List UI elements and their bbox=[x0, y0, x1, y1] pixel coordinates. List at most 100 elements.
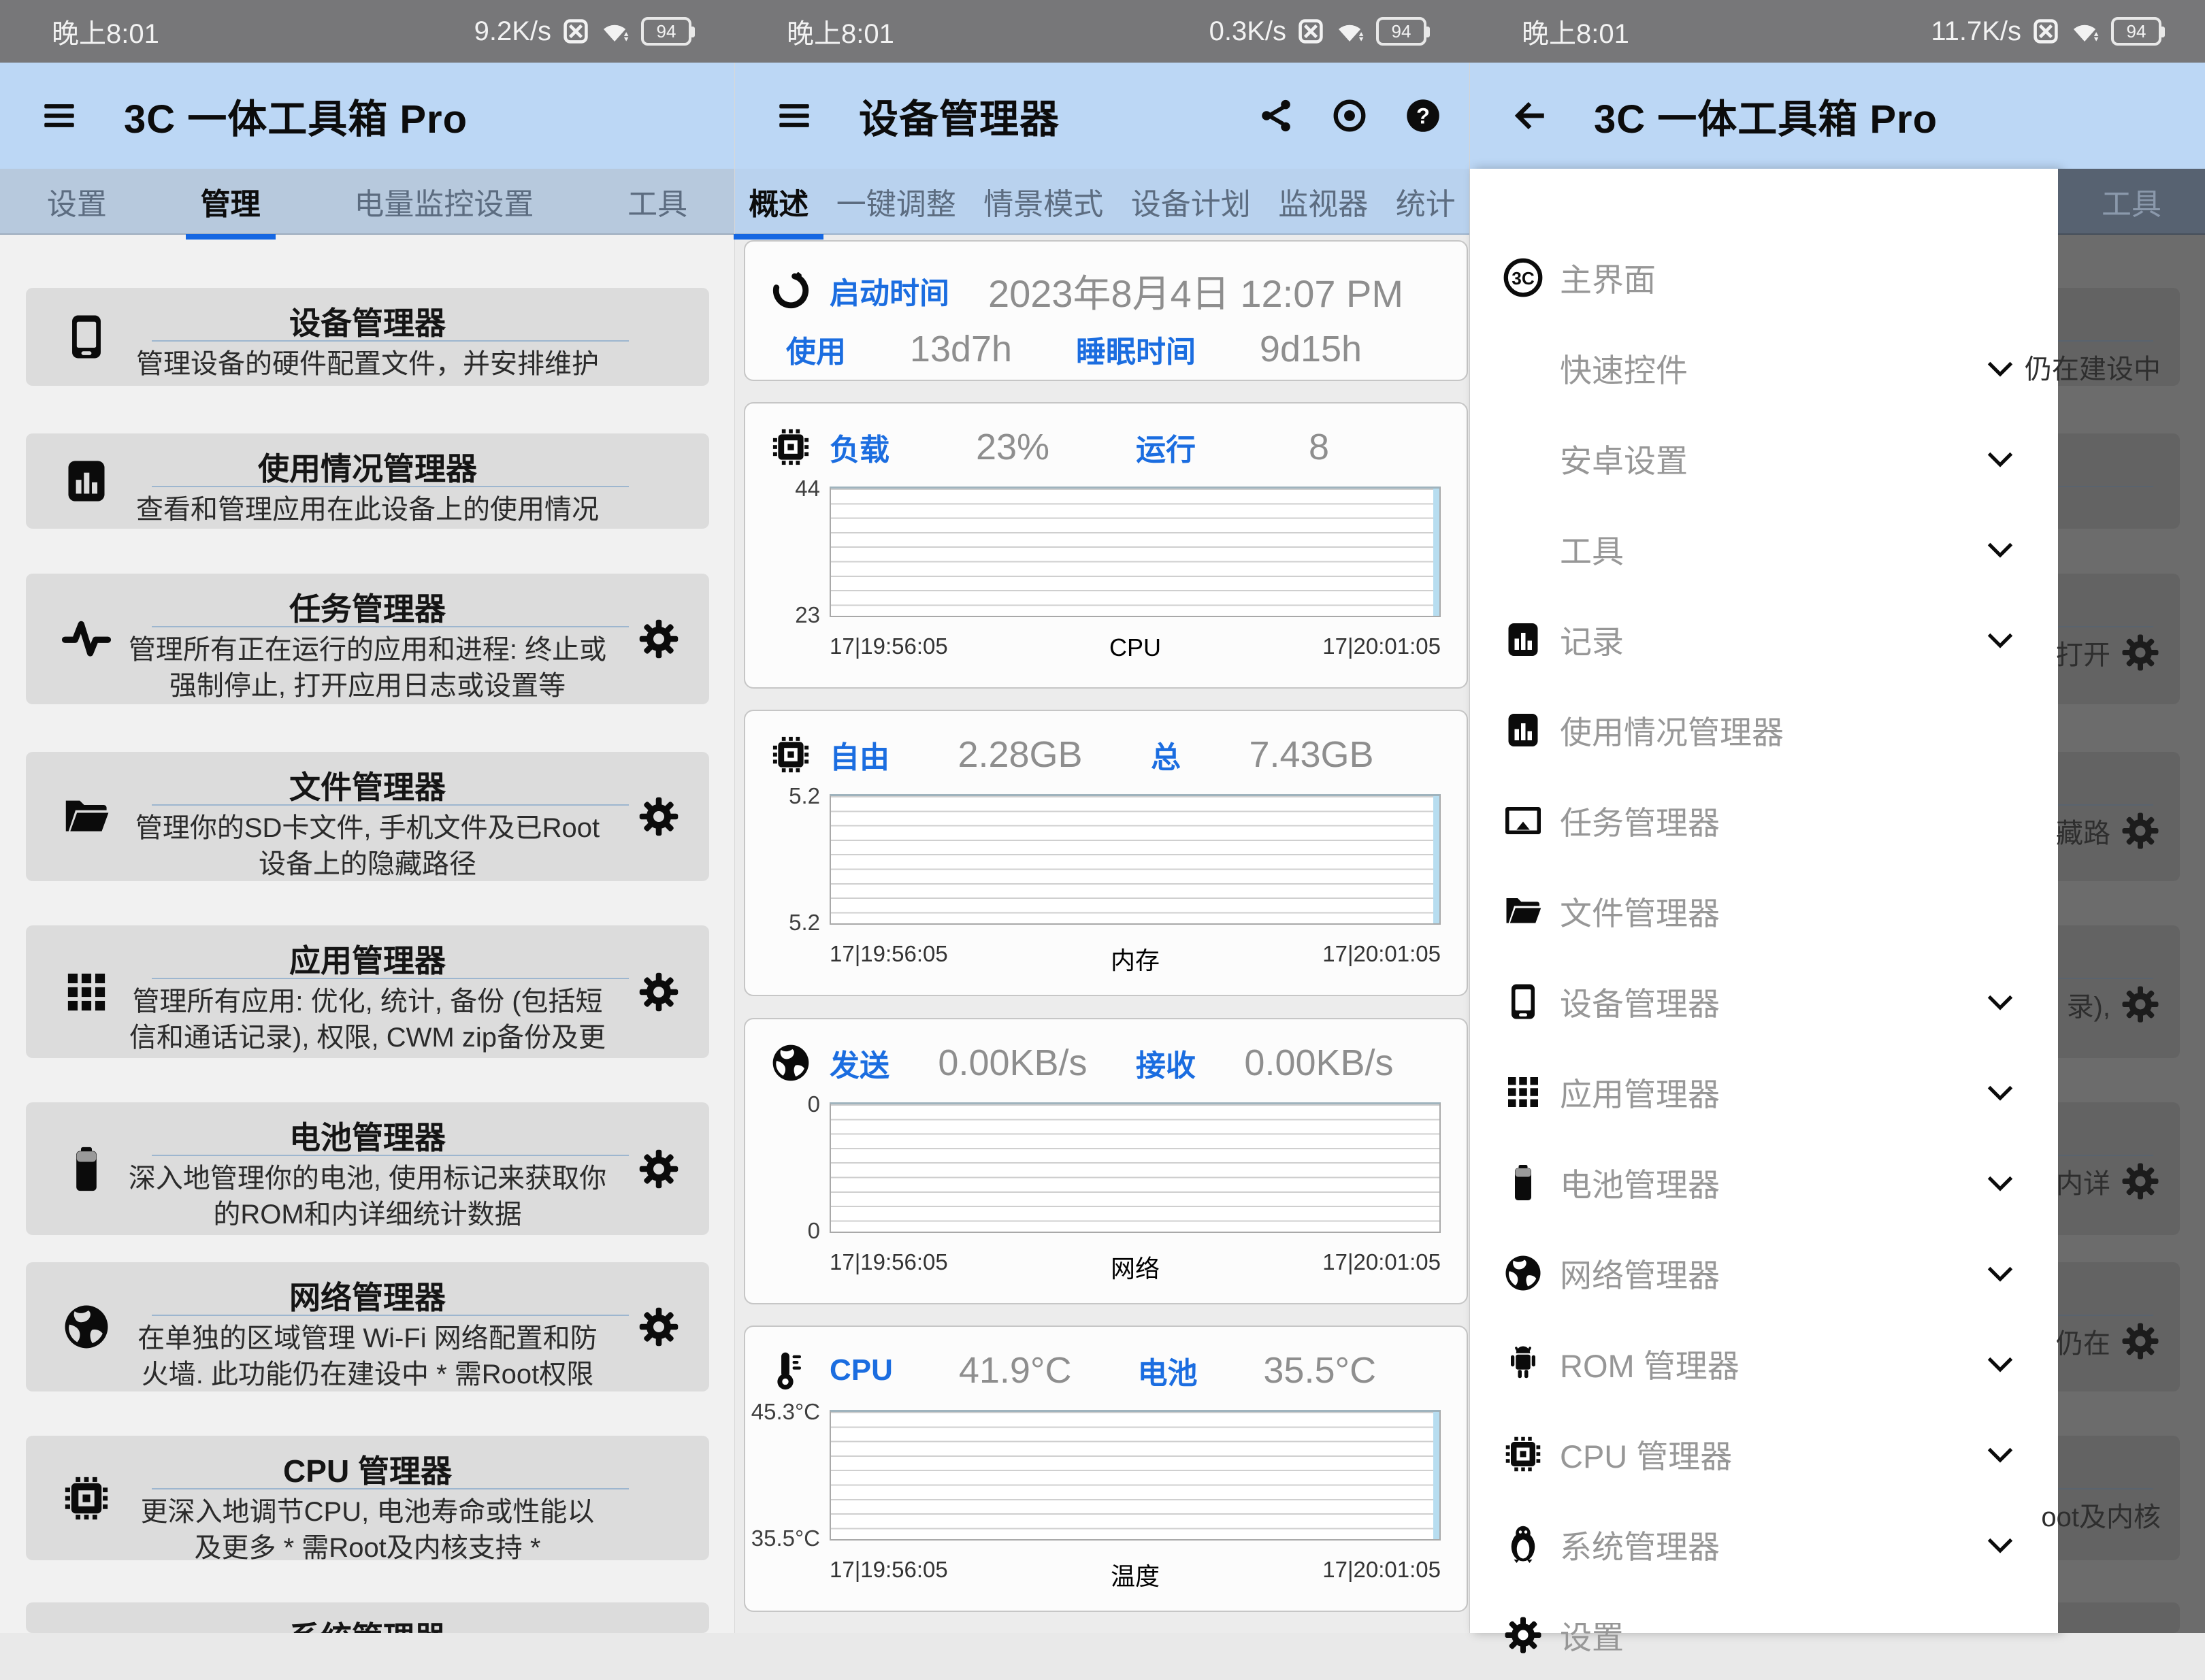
phone-icon bbox=[72, 315, 101, 359]
drawer-item-使用情况管理器[interactable]: 使用情况管理器 bbox=[1470, 685, 2058, 775]
tab-4[interactable]: 工具 bbox=[627, 180, 687, 223]
chevron-down-icon[interactable] bbox=[1984, 986, 2016, 1017]
panel-drawer-screen: 3C 一体工具箱 Pro 3C 主界面 快速控件 安卓设置 工具 记录 使用情况… bbox=[1470, 63, 2205, 1656]
manager-card[interactable]: 使用情况管理器 查看和管理应用在此设备上的使用情况 bbox=[26, 433, 709, 529]
cpu-icon bbox=[65, 1477, 108, 1519]
tab-3[interactable]: 电量监控设置 bbox=[354, 180, 534, 223]
drawer-item-ROM 管理器[interactable]: ROM 管理器 bbox=[1470, 1318, 2058, 1409]
drawer-item-label: 使用情况管理器 bbox=[1560, 714, 1784, 751]
dimmed-text-fragment: 藏路 bbox=[2056, 819, 2110, 849]
divider bbox=[152, 978, 629, 979]
hamburger-menu-button[interactable] bbox=[39, 96, 79, 135]
chevron-down-icon bbox=[1987, 542, 2013, 558]
right-appbar: 3C 一体工具箱 Pro bbox=[1470, 63, 2205, 169]
share-button[interactable] bbox=[1257, 97, 1295, 135]
manager-card[interactable]: 应用管理器 管理所有应用: 优化, 统计, 备份 (包括短信和通话记录), 权限… bbox=[26, 925, 709, 1058]
chevron-down-icon[interactable] bbox=[1984, 443, 2016, 474]
chevron-down-icon[interactable] bbox=[1984, 352, 2016, 384]
tab-4[interactable]: 设备计划 bbox=[1131, 180, 1251, 223]
tab-2[interactable]: 管理 bbox=[185, 180, 276, 240]
record-button[interactable] bbox=[1330, 97, 1369, 135]
manager-card[interactable]: 任务管理器 管理所有正在运行的应用和进程: 终止或强制停止, 打开应用日志或设置… bbox=[26, 574, 709, 704]
chevron-down-icon[interactable] bbox=[1984, 1438, 2016, 1470]
drawer-item-设备管理器[interactable]: 设备管理器 bbox=[1470, 956, 2058, 1047]
drawer-item-CPU 管理器[interactable]: CPU 管理器 bbox=[1470, 1409, 2058, 1499]
manager-card[interactable]: 电池管理器 深入地管理你的电池, 使用标记来获取你的ROM和内详细统计数据 bbox=[26, 1102, 709, 1235]
dimmed-card-fragment: 藏路 bbox=[2056, 752, 2180, 881]
divider bbox=[2058, 486, 2153, 487]
help-button[interactable]: ? bbox=[1404, 97, 1442, 135]
chevron-down-icon[interactable] bbox=[1984, 1529, 2016, 1560]
manager-card-title: CPU 管理器 bbox=[283, 1453, 452, 1489]
wifi-icon bbox=[1338, 24, 1364, 42]
manager-card[interactable]: CPU 管理器 更深入地调节CPU, 电池寿命或性能以及更多 * 需Root及内… bbox=[26, 1436, 709, 1560]
chevron-down-icon bbox=[1987, 1085, 2013, 1101]
drawer-item-工具[interactable]: 工具 bbox=[1470, 504, 2058, 594]
chevron-down-icon bbox=[1987, 1266, 2013, 1282]
dimmed-text-fragment: 录), bbox=[2066, 992, 2110, 1022]
dim-scrim[interactable]: 工具 仍在建设中 打开 藏路 录), 内详 仍在 oot及内核 bbox=[2025, 169, 2205, 1633]
gear-icon bbox=[639, 797, 679, 836]
drawer-item-label: 安卓设置 bbox=[1560, 443, 1688, 479]
back-icon bbox=[1514, 101, 1544, 130]
drawer-item-网络管理器[interactable]: 网络管理器 bbox=[1470, 1228, 2058, 1318]
status-segment: 晚上8:01 11.7K/s 94 bbox=[1470, 0, 2205, 63]
line-chart-plot bbox=[830, 1410, 1441, 1541]
drawer-item-label: 主界面 bbox=[1560, 262, 1656, 298]
tab-5[interactable]: 监视器 bbox=[1278, 180, 1368, 223]
status-segment: 晚上8:01 9.2K/s 94 bbox=[0, 0, 735, 63]
chevron-down-icon[interactable] bbox=[1984, 1257, 2016, 1289]
gear-icon[interactable] bbox=[637, 1305, 681, 1349]
drawer-item-label: 应用管理器 bbox=[1560, 1076, 1720, 1113]
drawer-item-label: 系统管理器 bbox=[1560, 1529, 1720, 1565]
chevron-down-icon[interactable] bbox=[1984, 533, 2016, 565]
manager-card[interactable]: 系统管理器 bbox=[26, 1602, 709, 1633]
drawer-item-主界面[interactable]: 3C 主界面 bbox=[1470, 232, 2058, 323]
back-arrow-button[interactable] bbox=[1509, 96, 1549, 135]
divider bbox=[152, 626, 629, 627]
drawer-item-安卓设置[interactable]: 安卓设置 bbox=[1470, 413, 2058, 504]
divider bbox=[152, 486, 629, 487]
gear-icon[interactable] bbox=[637, 795, 681, 838]
chevron-down-icon[interactable] bbox=[1984, 624, 2016, 655]
tab-1[interactable]: 概述 bbox=[734, 180, 824, 240]
tab-2[interactable]: 一键调整 bbox=[836, 180, 956, 223]
drawer-item-任务管理器[interactable]: 任务管理器 bbox=[1470, 775, 2058, 866]
divider bbox=[2058, 1488, 2153, 1489]
tab-3[interactable]: 情景模式 bbox=[983, 180, 1103, 223]
dimmed-text-fragment: 仍在建设中 bbox=[2025, 355, 2161, 384]
chevron-down-icon[interactable] bbox=[1984, 1348, 2016, 1379]
uptime-card: 启动时间 2023年8月4日 12:07 PM 使用 13d7h 睡眠时间 9d… bbox=[744, 240, 1468, 381]
manager-card-description: 管理你的SD卡文件, 手机文件及已Root设备上的隐藏路径 bbox=[135, 813, 600, 879]
manager-card-title: 应用管理器 bbox=[289, 943, 446, 978]
sleep-value: 9d15h bbox=[1259, 329, 1362, 369]
drawer-item-设置[interactable]: 设置 bbox=[1470, 1590, 2058, 1680]
drawer-item-电池管理器[interactable]: 电池管理器 bbox=[1470, 1137, 2058, 1228]
gear-icon[interactable] bbox=[637, 617, 681, 661]
dimmed-text-fragment: 内详 bbox=[2056, 1169, 2110, 1199]
drawer-item-label: ROM 管理器 bbox=[1560, 1348, 1740, 1384]
android-icon bbox=[1511, 1346, 1535, 1378]
chart-current-value-bar bbox=[1433, 1412, 1439, 1539]
left-tab-bar: 设置 管理 电量监控设置 工具 bbox=[0, 169, 734, 240]
drawer-item-记录[interactable]: 记录 bbox=[1470, 594, 2058, 685]
drawer-item-应用管理器[interactable]: 应用管理器 bbox=[1470, 1047, 2058, 1137]
status-bar: 晚上8:01 9.2K/s 94 晚上8:01 0.3K/s 94 晚上8:01… bbox=[0, 0, 2205, 63]
gear-icon[interactable] bbox=[637, 970, 681, 1014]
chevron-down-icon bbox=[1987, 1538, 2013, 1553]
manager-card[interactable]: 设备管理器 管理设备的硬件配置文件，并安排维护活动. 此功能仍在建设中 bbox=[26, 288, 709, 386]
hamburger-menu-button[interactable] bbox=[774, 96, 814, 135]
gear-icon[interactable] bbox=[637, 1147, 681, 1191]
tab-6[interactable]: 统计 bbox=[1396, 180, 1456, 223]
chevron-down-icon bbox=[1987, 995, 2013, 1010]
drawer-item-文件管理器[interactable]: 文件管理器 bbox=[1470, 866, 2058, 956]
tab-1[interactable]: 设置 bbox=[47, 180, 107, 223]
usage-value: 13d7h bbox=[909, 329, 1013, 369]
dimmed-text-fragment: 仍在 bbox=[2056, 1329, 2110, 1359]
drawer-item-快速控件[interactable]: 快速控件 bbox=[1470, 323, 2058, 413]
drawer-item-系统管理器[interactable]: 系统管理器 bbox=[1470, 1499, 2058, 1590]
manager-card[interactable]: 文件管理器 管理你的SD卡文件, 手机文件及已Root设备上的隐藏路径 bbox=[26, 752, 709, 881]
manager-card[interactable]: 网络管理器 在单独的区域管理 Wi-Fi 网络配置和防火墙. 此功能仍在建设中 … bbox=[26, 1262, 709, 1391]
chevron-down-icon[interactable] bbox=[1984, 1076, 2016, 1108]
chevron-down-icon[interactable] bbox=[1984, 1167, 2016, 1198]
